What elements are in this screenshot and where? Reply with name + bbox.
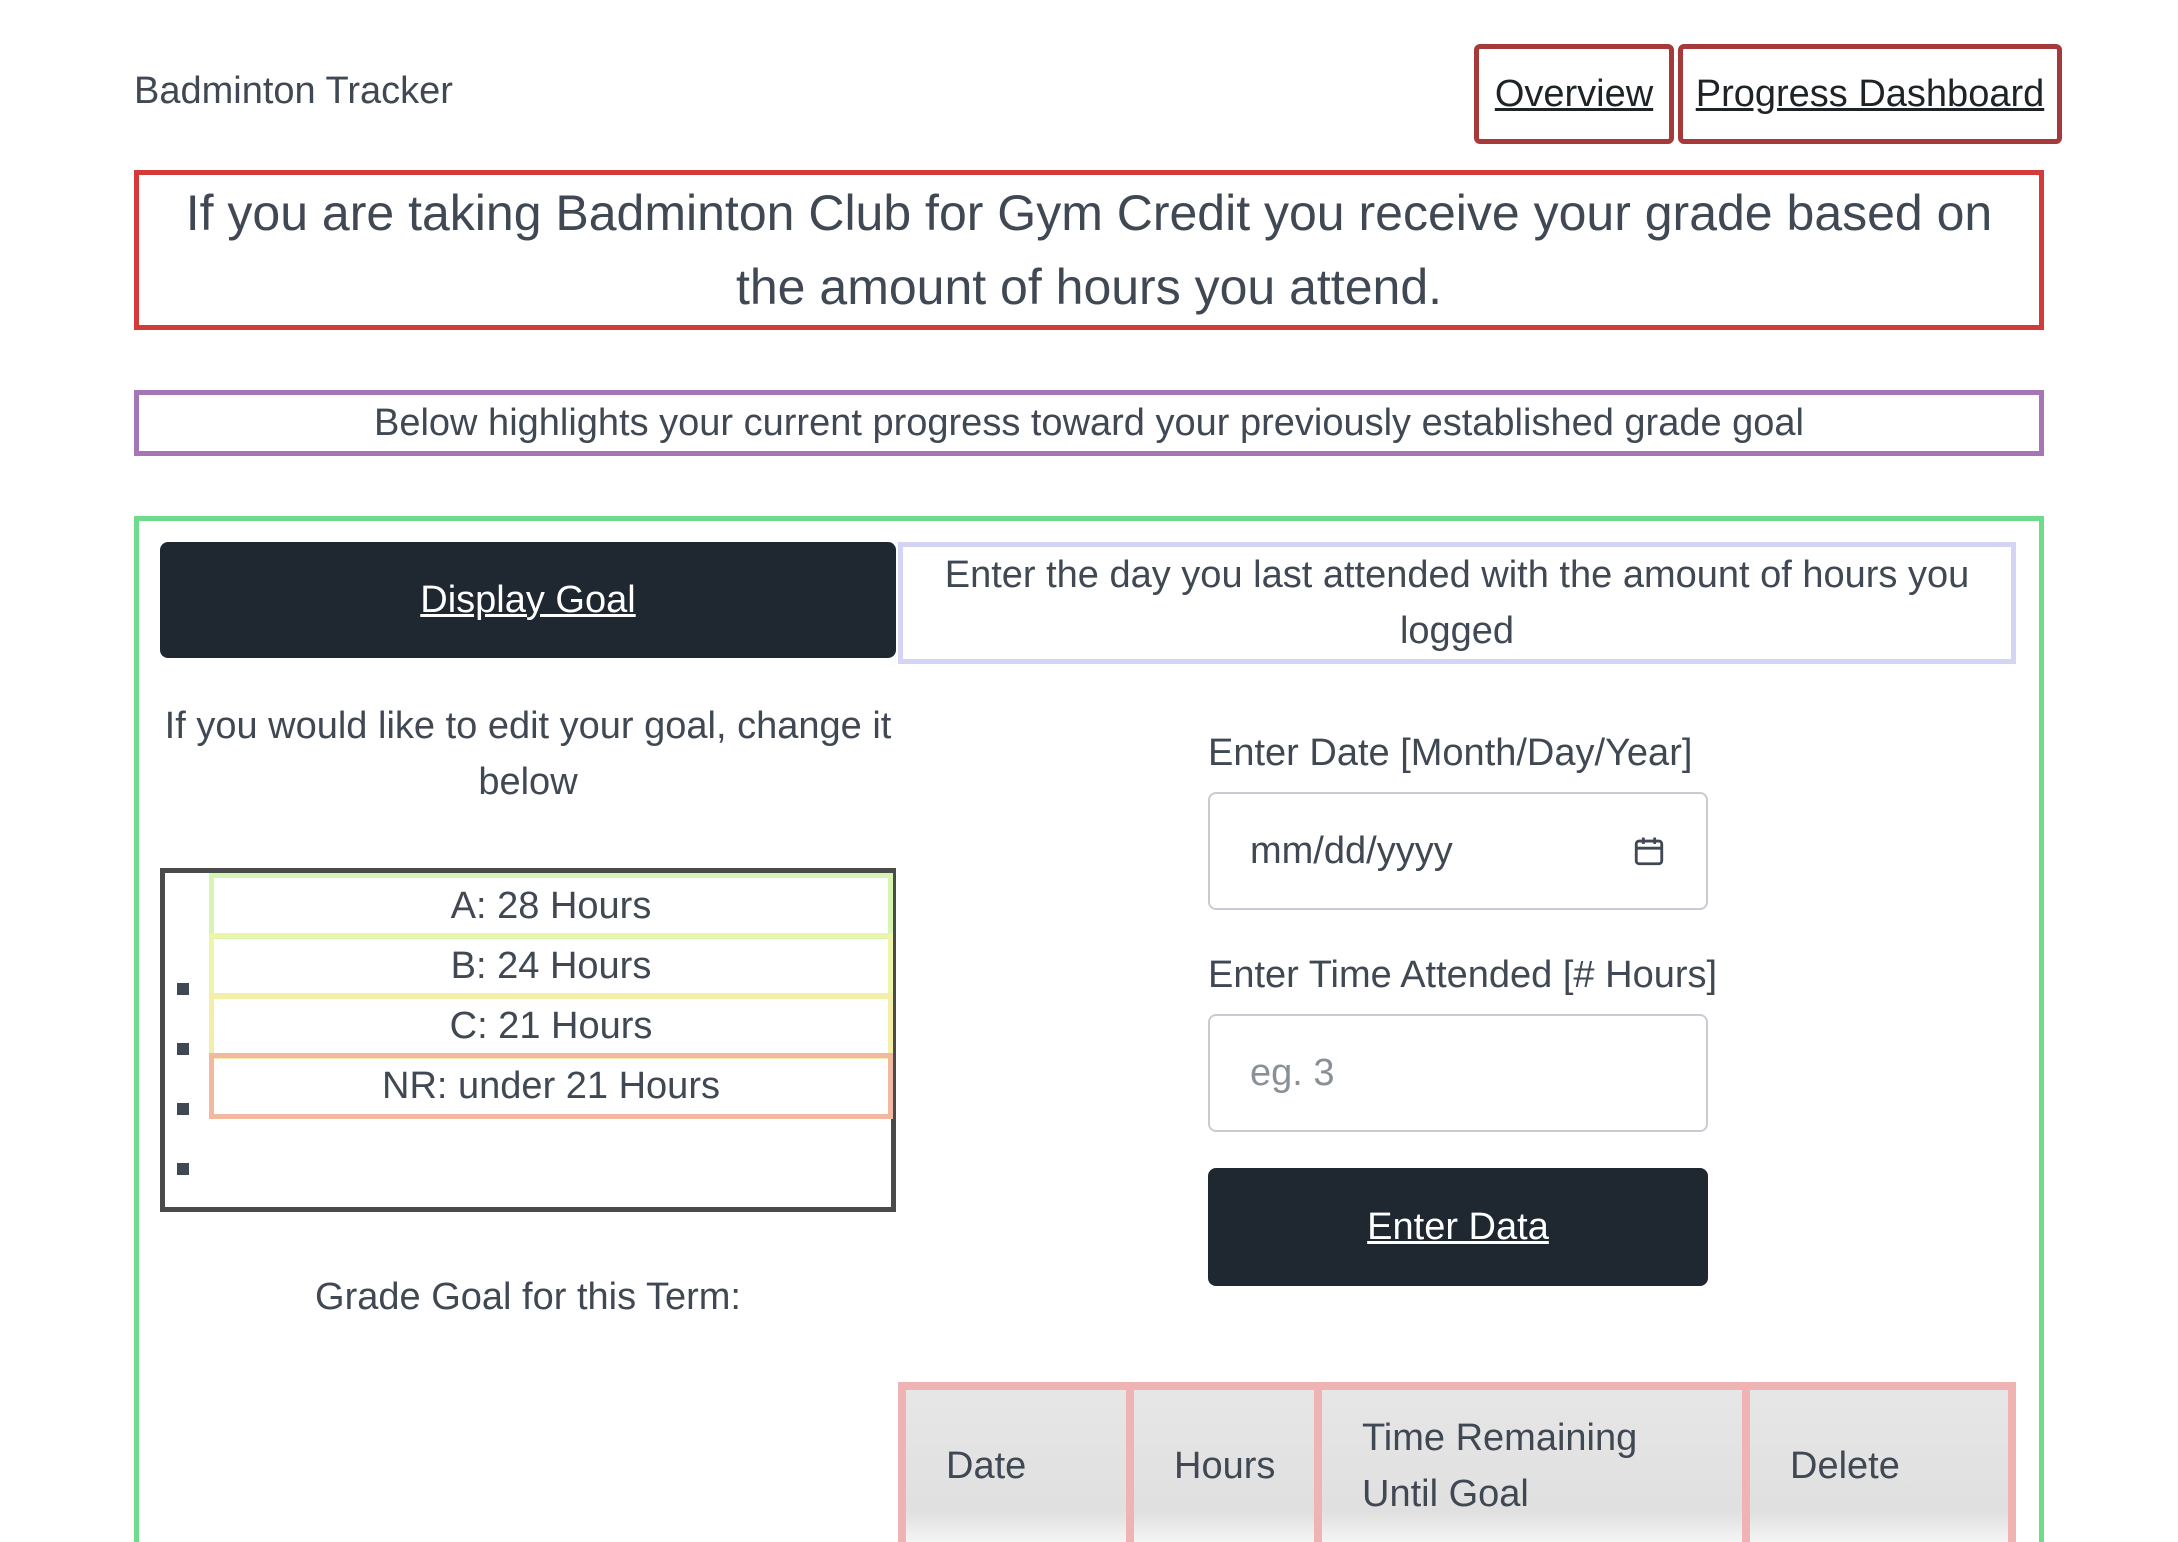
column-divider <box>1742 1390 1750 1542</box>
hours-placeholder: eg. 3 <box>1250 1051 1335 1094</box>
nav-overview-link[interactable]: Overview <box>1474 44 1674 144</box>
grade-list: A: 28 Hours B: 24 Hours C: 21 Hours NR: … <box>160 868 896 1212</box>
attendance-table: Date Hours Time Remaining Until Goal Del… <box>898 1382 2016 1542</box>
date-input[interactable]: mm/dd/yyyy <box>1208 792 1708 910</box>
nav-progress-dashboard-link[interactable]: Progress Dashboard <box>1678 44 2062 144</box>
date-label: Enter Date [Month/Day/Year] <box>1208 732 1693 774</box>
column-header-hours: Hours <box>1174 1445 1276 1487</box>
date-placeholder: mm/dd/yyyy <box>1250 829 1453 872</box>
grade-option-a[interactable]: A: 28 Hours <box>209 873 893 939</box>
grade-option-c[interactable]: C: 21 Hours <box>209 993 893 1059</box>
grade-option-b[interactable]: B: 24 Hours <box>209 933 893 999</box>
column-divider <box>1314 1390 1322 1542</box>
intro-banner: If you are taking Badminton Club for Gym… <box>134 170 2044 330</box>
hours-input[interactable]: eg. 3 <box>1208 1014 1708 1132</box>
progress-subtitle: Below highlights your current progress t… <box>134 390 2044 456</box>
grade-goal-label: Grade Goal for this Term: <box>315 1276 741 1318</box>
list-bullet <box>177 983 189 995</box>
brand-title: Badminton Tracker <box>134 70 453 112</box>
hours-label: Enter Time Attended [# Hours] <box>1208 954 1718 996</box>
calendar-icon[interactable] <box>1632 834 1666 868</box>
list-bullet <box>177 1103 189 1115</box>
display-goal-button[interactable]: Display Goal <box>160 542 896 658</box>
enter-data-button[interactable]: Enter Data <box>1208 1168 1708 1286</box>
column-header-delete: Delete <box>1790 1445 1900 1487</box>
column-divider <box>1126 1390 1134 1542</box>
list-bullet <box>177 1043 189 1055</box>
grade-option-nr[interactable]: NR: under 21 Hours <box>209 1053 893 1119</box>
entry-instructions: Enter the day you last attended with the… <box>898 542 2016 664</box>
edit-goal-text: If you would like to edit your goal, cha… <box>164 705 892 803</box>
page: Badminton Tracker Overview Progress Dash… <box>0 0 2178 1542</box>
column-header-time-remaining: Time Remaining Until Goal <box>1362 1417 1638 1515</box>
list-bullet <box>177 1163 189 1175</box>
column-header-date: Date <box>946 1445 1027 1487</box>
